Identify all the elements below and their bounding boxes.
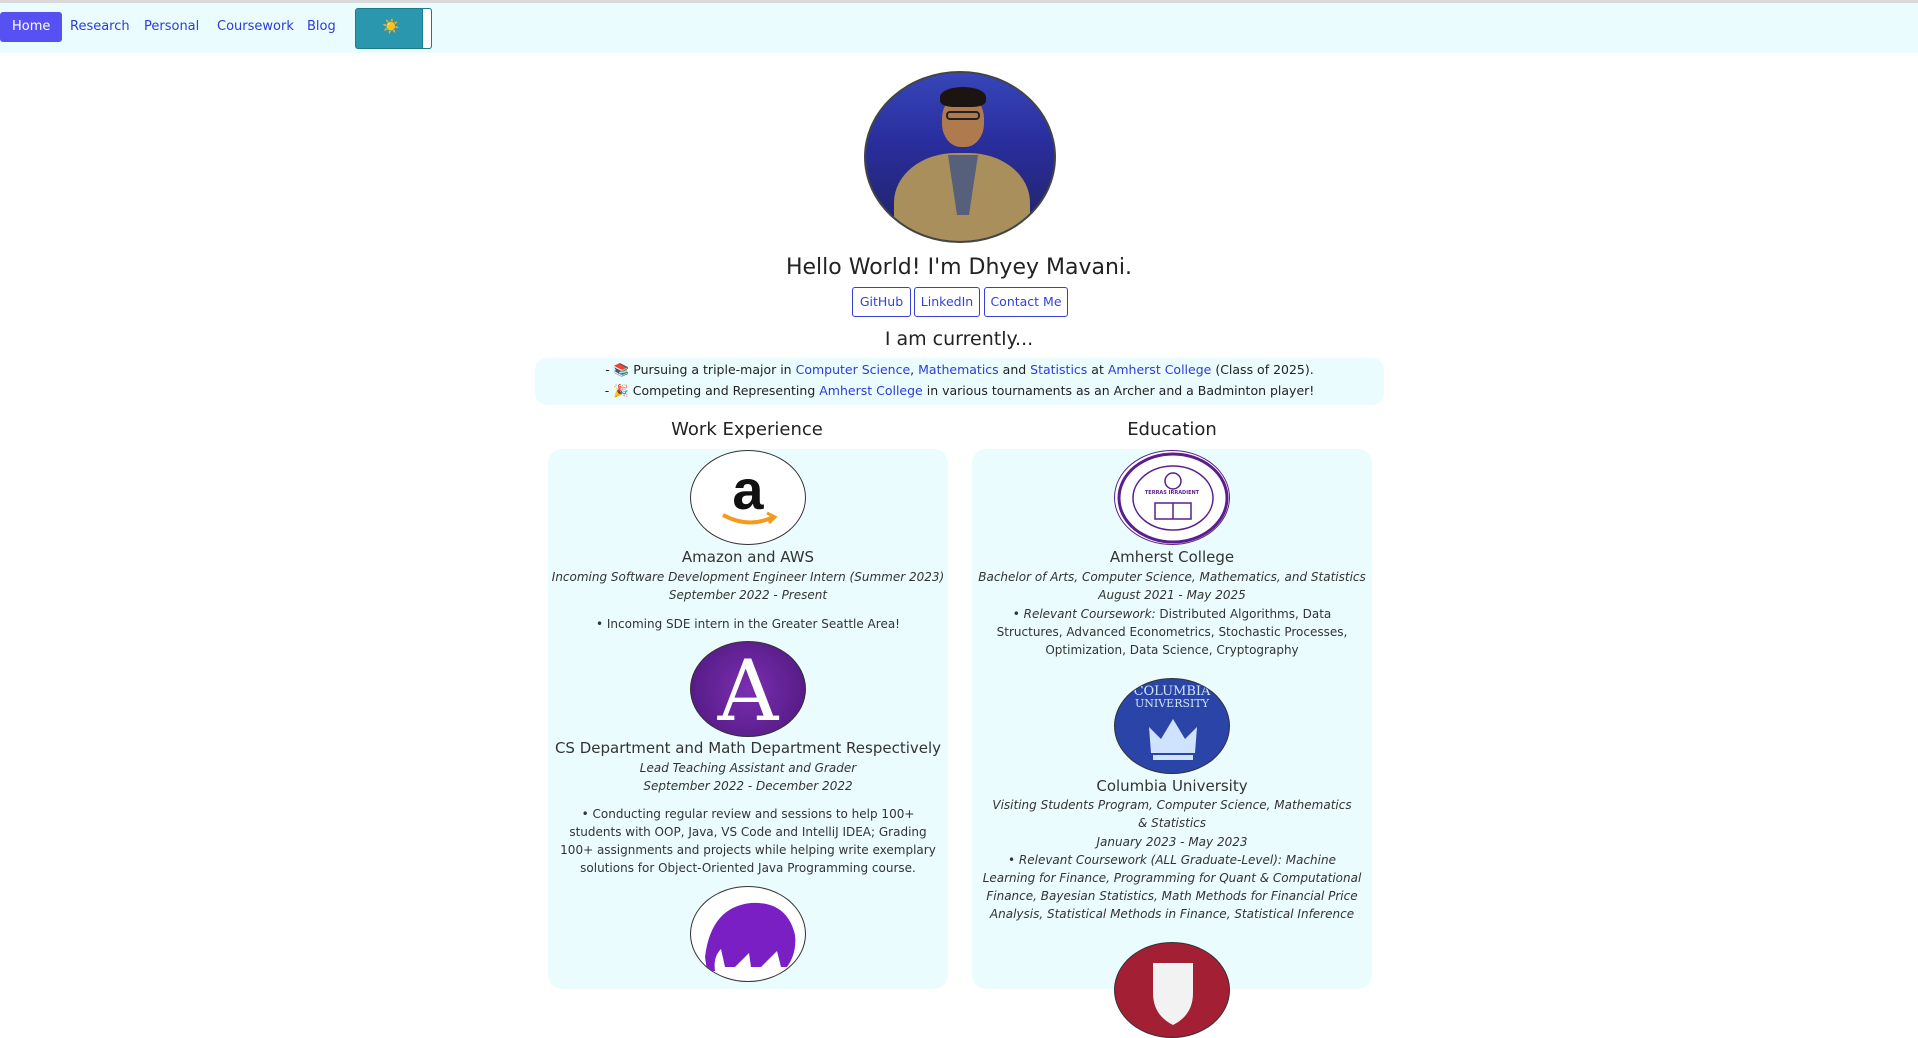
edu-desc-amherst: • Relevant Coursework: Distributed Algor… xyxy=(986,605,1358,659)
contact-me-button[interactable]: Contact Me xyxy=(984,287,1068,317)
edu-dates-amherst: August 2021 - May 2025 xyxy=(1098,588,1246,602)
avatar-glasses xyxy=(946,111,980,120)
currently-line-1: - 📚 Pursuing a triple-major in Computer … xyxy=(535,362,1384,378)
education-card: TERRAS IRRADIENT Amherst College Bachelo… xyxy=(972,449,1372,1038)
amherst-seal-icon xyxy=(1117,452,1229,544)
line2-suffix: in various tournaments as an Archer and … xyxy=(922,383,1315,398)
edu-role-columbia: Visiting Students Program, Computer Scie… xyxy=(992,798,1352,830)
theme-toggle[interactable]: ☀️ xyxy=(355,8,432,49)
page-title: Hello World! I'm Dhyey Mavani. xyxy=(785,255,1133,280)
crown-icon xyxy=(1149,719,1197,760)
line2-prefix: - 🎉 Competing and Representing xyxy=(604,383,820,398)
nav-blog[interactable]: Blog xyxy=(295,12,348,42)
linkedin-button[interactable]: LinkedIn xyxy=(914,287,980,317)
edu-role-amherst: Bachelor of Arts, Computer Science, Math… xyxy=(978,570,1366,584)
link-mathematics[interactable]: Mathematics xyxy=(918,362,999,377)
work-desc-ta: • Conducting regular review and sessions… xyxy=(560,807,936,875)
github-button[interactable]: GitHub xyxy=(852,287,911,317)
education-title: Education xyxy=(1127,419,1217,440)
work-desc-amazon: • Incoming SDE intern in the Greater Sea… xyxy=(596,617,900,631)
mammoth-icon xyxy=(705,902,796,971)
work-experience-title: Work Experience xyxy=(671,419,823,440)
line1-sep1: , xyxy=(910,362,919,377)
amazon-logo: a xyxy=(690,450,806,545)
edu-org-amherst: Amherst College xyxy=(1109,548,1235,566)
work-experience-card: a Amazon and AWS Incoming Software Devel… xyxy=(548,449,948,989)
toggle-knob xyxy=(422,8,432,49)
next-school-logo xyxy=(1114,942,1230,1038)
line1-suffix: (Class of 2025). xyxy=(1211,362,1314,377)
link-statistics[interactable]: Statistics xyxy=(1030,362,1087,377)
shield-icon xyxy=(1153,963,1193,1025)
columbia-logo: COLUMBIA UNIVERSITY xyxy=(1114,678,1230,774)
nav-personal[interactable]: Personal xyxy=(132,12,211,42)
link-amherst-college[interactable]: Amherst College xyxy=(1108,362,1212,377)
line1-sep2: and xyxy=(998,362,1031,377)
currently-line-2: - 🎉 Competing and Representing Amherst C… xyxy=(535,383,1384,399)
edu-desc-amherst-label: • Relevant Coursework: xyxy=(1012,607,1156,621)
amherst-seal-logo: TERRAS IRRADIENT xyxy=(1114,450,1230,545)
mammoth-logo xyxy=(690,886,806,982)
amazon-smile-icon xyxy=(722,511,778,525)
currently-heading: I am currently... xyxy=(884,328,1034,350)
work-role-ta: Lead Teaching Assistant and Grader xyxy=(639,761,857,775)
navbar: Home Research Personal Coursework Blog ☀… xyxy=(0,3,1918,53)
nav-home[interactable]: Home xyxy=(0,12,63,42)
work-dates-amazon: September 2022 - Present xyxy=(668,588,828,602)
line1-prefix: - 📚 Pursuing a triple-major in xyxy=(605,362,796,377)
nav-research[interactable]: Research xyxy=(58,12,142,42)
work-org-departments: CS Department and Math Department Respec… xyxy=(554,739,942,757)
work-dates-ta: September 2022 - December 2022 xyxy=(643,779,853,793)
work-org-amazon: Amazon and AWS xyxy=(681,548,815,566)
amherst-a-letter: A xyxy=(717,642,779,737)
work-role-amazon: Incoming Software Development Engineer I… xyxy=(551,570,945,584)
edu-org-columbia: Columbia University xyxy=(1096,777,1248,795)
edu-desc-columbia: • Relevant Coursework (ALL Graduate-Leve… xyxy=(982,853,1362,921)
link-computer-science[interactable]: Computer Science xyxy=(796,362,911,377)
profile-photo xyxy=(864,71,1056,243)
amherst-seal-motto: TERRAS IRRADIENT xyxy=(1144,490,1200,496)
edu-dates-columbia: January 2023 - May 2023 xyxy=(1096,835,1248,849)
line1-sep3: at xyxy=(1087,362,1108,377)
nav-coursework[interactable]: Coursework xyxy=(205,12,306,42)
avatar-hair xyxy=(940,87,986,107)
sun-icon: ☀️ xyxy=(382,19,400,35)
columbia-logo-line2: UNIVERSITY xyxy=(1135,697,1209,710)
link-amherst-college-2[interactable]: Amherst College xyxy=(819,383,923,398)
amherst-a-logo: A xyxy=(690,641,806,737)
currently-panel: - 📚 Pursuing a triple-major in Computer … xyxy=(535,358,1384,405)
